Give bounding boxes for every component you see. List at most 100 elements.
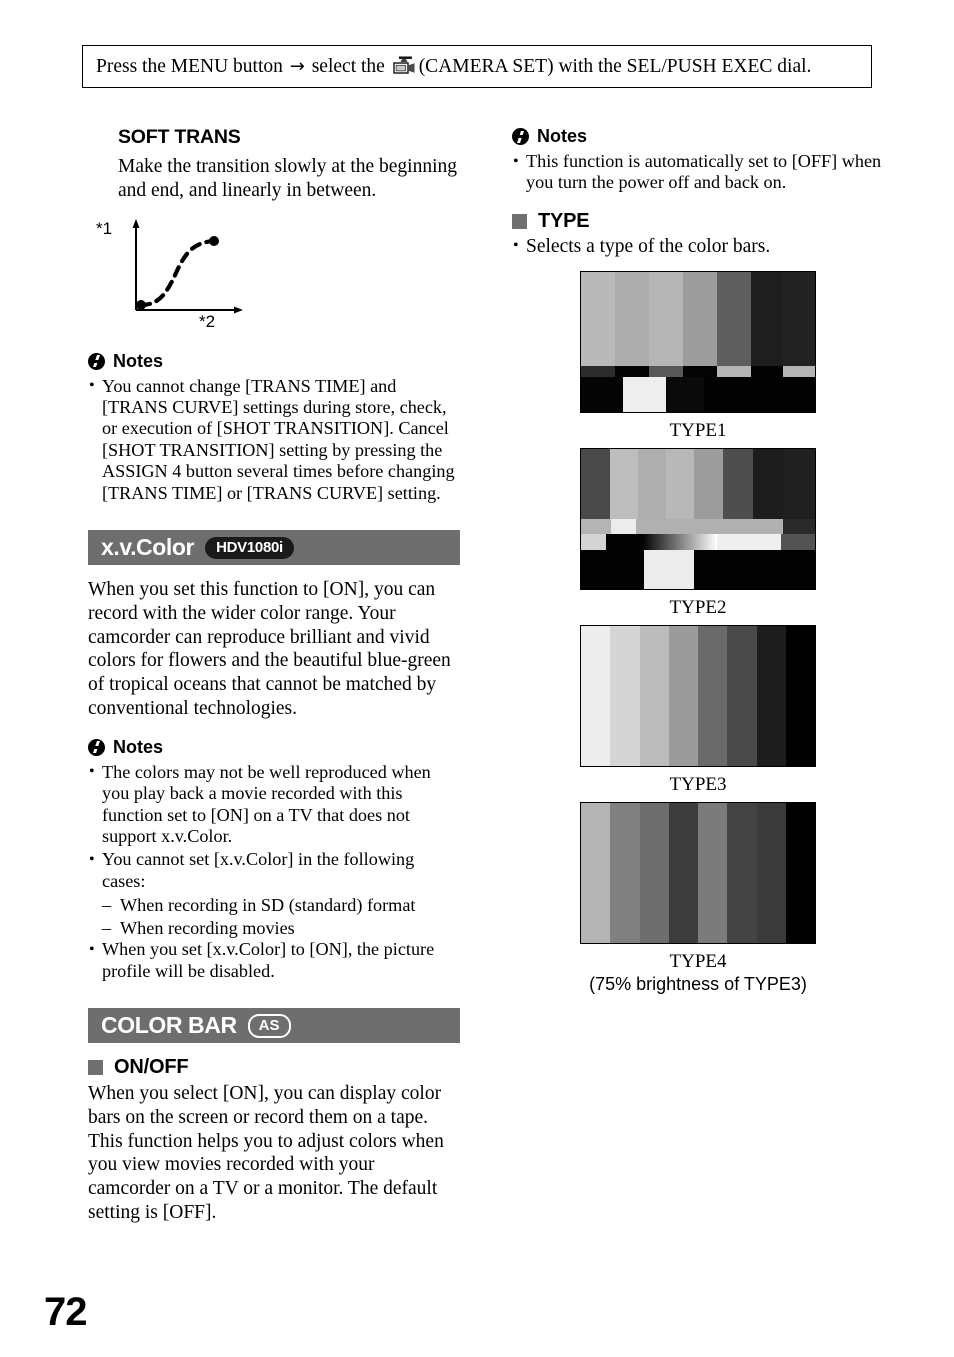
on-off-heading: ON/OFF: [114, 1056, 189, 1079]
color-bar-cell: [639, 626, 669, 767]
notes-header: Notes: [88, 737, 460, 758]
type-heading: TYPE: [538, 209, 590, 232]
color-bar-cell: [668, 803, 698, 944]
notes-list: You cannot change [TRANS TIME] and [TRAN…: [88, 375, 460, 504]
color-bar-cell: [716, 272, 751, 367]
menu-path-banner: Press the MENU button → select the (CAME…: [82, 45, 872, 88]
color-bar-cell: [581, 803, 611, 944]
as-badge: AS: [247, 1013, 291, 1038]
color-bar-type1-image: [580, 271, 816, 414]
right-arrow-icon: →: [289, 56, 305, 78]
color-bar-cell: [610, 449, 639, 519]
hdv1080i-badge: HDV1080i: [205, 536, 294, 559]
color-bar-cell: [698, 626, 728, 767]
notes-header: Notes: [88, 351, 460, 372]
color-bar-cell: [752, 449, 784, 519]
list-item: This function is automatically set to [O…: [512, 151, 884, 194]
curve-x-axis-label: *2: [199, 311, 216, 331]
color-bar-cell: [783, 272, 815, 367]
color-bar-cell: [581, 626, 611, 767]
menu-path-text-mid: select the: [311, 56, 385, 78]
color-bar-section-bar: COLOR BAR AS: [88, 1008, 460, 1044]
notes-alert-icon: [88, 352, 105, 370]
list-item: You cannot change [TRANS TIME] and [TRAN…: [88, 375, 460, 504]
soft-trans-heading: SOFT TRANS: [118, 126, 241, 148]
menu-path-text-before: Press the MENU button: [96, 56, 283, 78]
color-bar-row-bottom: [581, 377, 815, 413]
color-bar-cell: [581, 366, 615, 378]
notes-alert-icon: [512, 128, 529, 145]
color-bar-cell: [581, 377, 624, 413]
color-bar-cell: [703, 377, 815, 413]
notes-sub-list: When recording in SD (standard) format W…: [88, 894, 460, 939]
color-bar-cell: [666, 449, 695, 519]
menu-path-text: Press the MENU button → select the (CAME…: [96, 56, 811, 77]
notes-label: Notes: [113, 350, 164, 371]
soft-trans-curve-figure: *1 *2: [96, 215, 346, 335]
color-bar-row-grayscale: [581, 626, 815, 767]
color-bar-cell: [605, 534, 642, 550]
list-item: When you set [x.v.Color] to [ON], the pi…: [88, 939, 460, 982]
color-bar-cell: [722, 449, 753, 519]
color-bar-cell: [785, 803, 815, 944]
xv-color-notes: Notes The colors may not be well reprodu…: [88, 737, 460, 982]
type-list: Selects a type of the color bars.: [512, 235, 884, 257]
color-bar-cell: [783, 449, 815, 519]
camera-set-icon: [392, 56, 418, 76]
curve-graph-svg: [132, 218, 243, 314]
color-bar-cell: [610, 803, 640, 944]
notes-alert-icon: [88, 738, 105, 756]
color-bar-cell: [581, 449, 611, 519]
color-bar-type4-caption-sub: (75% brightness of TYPE3): [589, 974, 807, 995]
right-notes: Notes This function is automatically set…: [512, 126, 884, 194]
square-bullet-icon: [88, 1060, 103, 1076]
color-bar-type3-image: [580, 625, 816, 768]
color-bar-cell: [698, 803, 728, 944]
notes-label: Notes: [113, 736, 164, 757]
square-bullet-icon: [512, 213, 527, 229]
list-item: When recording in SD (standard) format: [102, 894, 460, 917]
notes-list: This function is automatically set to [O…: [512, 151, 884, 194]
page-number: 72: [44, 1290, 87, 1334]
color-bar-cell: [781, 534, 815, 550]
color-bar-cell: [648, 366, 683, 378]
color-bar-cell: [756, 803, 786, 944]
color-bar-cell: [682, 366, 717, 378]
color-bar-type2-caption: TYPE2: [669, 597, 727, 619]
soft-trans-body: Make the transition slowly at the beginn…: [118, 156, 458, 201]
color-bar-cell: [614, 272, 649, 367]
list-item: When recording movies: [102, 917, 460, 940]
color-bar-row-top: [581, 272, 815, 367]
color-bar-cell: [581, 272, 615, 367]
color-bar-cell: [611, 518, 636, 535]
list-item: Selects a type of the color bars.: [512, 235, 884, 257]
color-bar-type4-image: [580, 802, 816, 945]
color-bar-row-mid: [581, 366, 815, 378]
color-bar-cell: [635, 518, 784, 535]
color-bar-cell: [716, 534, 782, 550]
color-bar-cell: [783, 366, 815, 378]
color-bar-cell: [581, 534, 606, 550]
color-bar-cell: [694, 549, 815, 590]
color-bar-cell: [614, 366, 649, 378]
color-bar-cell: [648, 272, 683, 367]
color-bar-type2-image: [580, 448, 816, 591]
color-bar-type2-figure: TYPE2: [512, 448, 884, 619]
color-bar-cell: [641, 534, 717, 550]
color-bar-title: COLOR BAR: [101, 1012, 237, 1039]
soft-trans-notes: Notes You cannot change [TRANS TIME] and…: [88, 351, 460, 504]
color-bar-row-bottom: [581, 549, 815, 590]
color-bar-cell: [638, 449, 667, 519]
list-item: The colors may not be well reproduced wh…: [88, 761, 460, 848]
soft-trans-section: SOFT TRANS Make the transition slowly at…: [88, 126, 460, 504]
color-bar-cell: [610, 626, 640, 767]
color-bar-type4-caption: TYPE4: [669, 951, 727, 973]
color-bar-type4-figure: TYPE4 (75% brightness of TYPE3): [512, 802, 884, 996]
color-bar-cell: [581, 518, 612, 535]
color-bar-cell: [716, 366, 751, 378]
color-bar-cell: [623, 377, 667, 413]
color-bar-row-top: [581, 449, 815, 519]
on-off-body: When you select [ON], you can display co…: [88, 1083, 444, 1224]
color-bar-cell: [785, 626, 815, 767]
color-bar-type1-caption: TYPE1: [669, 420, 727, 442]
